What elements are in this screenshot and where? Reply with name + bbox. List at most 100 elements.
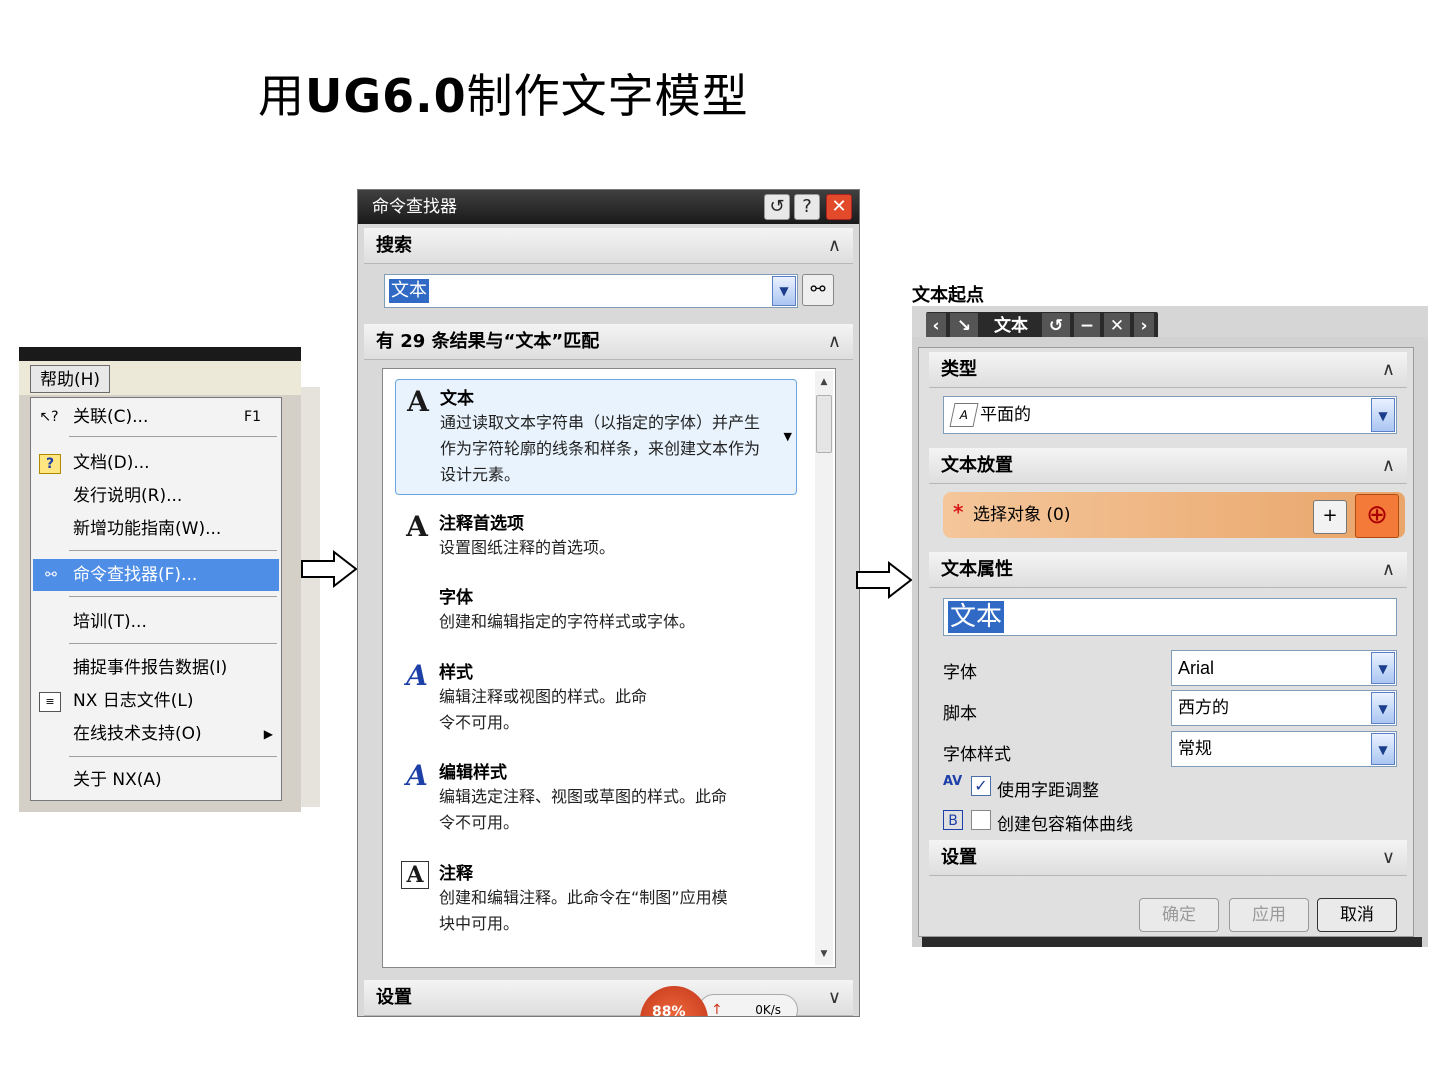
reset-icon[interactable]: ↺ xyxy=(1042,313,1070,339)
collapse-icon: ∧ xyxy=(1381,455,1395,476)
kerning-label: 使用字距调整 xyxy=(997,781,1099,801)
result-name: 样式 xyxy=(439,663,473,683)
menu-item-online-support[interactable]: 在线技术支持(O) ▶ xyxy=(31,719,281,749)
search-input[interactable]: 文本 ▼ xyxy=(384,274,798,308)
text-value: 文本 xyxy=(948,601,1005,633)
collapse-icon: ∧ xyxy=(1381,359,1395,380)
collapse-icon: ∧ xyxy=(1381,559,1395,580)
minimize-icon[interactable]: − xyxy=(1074,313,1100,339)
result-description: 编辑注释或视图的样式。此命令不可用。 xyxy=(439,687,648,732)
type-section-header[interactable]: 类型 ∧ xyxy=(929,352,1407,388)
reset-button[interactable]: ↺ xyxy=(764,194,790,220)
result-name: 文本 xyxy=(440,389,474,409)
right-arrow-icon xyxy=(856,560,913,600)
menu-item-command-finder[interactable]: ⚯ 命令查找器(F)... xyxy=(33,559,279,591)
dropdown-arrow-icon[interactable]: ▼ xyxy=(1371,652,1395,684)
scrollbar-thumb[interactable] xyxy=(816,395,832,453)
toolbar-title: 文本 xyxy=(994,316,1028,336)
binoculars-icon: ⚯ xyxy=(810,279,826,300)
results-section-header[interactable]: 有 29 条结果与“文本”匹配 ∧ xyxy=(364,324,853,360)
font-style-select[interactable]: 常规 ▼ xyxy=(1171,731,1397,767)
network-percent-circle: 88% xyxy=(640,986,708,1017)
dialog-titlebar: 命令查找器 ↺ ? ✕ xyxy=(358,190,859,224)
find-binoculars-button[interactable]: ⚯ xyxy=(802,274,834,306)
menu-item-documentation[interactable]: ? 文档(D)... xyxy=(31,448,281,478)
result-description: 创建和编辑注释。此命令在“制图”应用模块中可用。 xyxy=(439,888,728,933)
bounding-box-label: 创建包容箱体曲线 xyxy=(997,815,1133,835)
font-select[interactable]: Arial ▼ xyxy=(1171,650,1397,686)
type-select[interactable]: A 平面的 ▼ xyxy=(943,396,1397,434)
results-scrollbar[interactable]: ▲ ▼ xyxy=(815,371,833,965)
planar-icon: A xyxy=(949,403,979,427)
menu-item-training[interactable]: 培训(T)... xyxy=(31,607,281,637)
result-item-note[interactable]: A 注释 创建和编辑注释。此命令在“制图”应用模块中可用。 xyxy=(395,855,795,939)
menu-item-release-notes[interactable]: 发行说明(R)... xyxy=(31,481,281,511)
close-button[interactable]: ✕ xyxy=(826,194,852,220)
annotation-preferences-icon: A xyxy=(406,510,428,543)
dropdown-arrow-icon[interactable]: ▼ xyxy=(1371,733,1395,765)
menu-item-context-help[interactable]: ↖? 关联(C)... F1 xyxy=(31,402,281,432)
point-dialog-button[interactable]: + xyxy=(1313,500,1347,534)
menu-item-about[interactable]: 关于 NX(A) xyxy=(31,765,281,795)
result-name: 字体 xyxy=(439,588,473,608)
select-object-row[interactable]: * 选择对象 (0) + ⊕ xyxy=(943,492,1405,538)
text-input[interactable]: 文本 xyxy=(943,598,1397,636)
dropdown-arrow-icon[interactable]: ▼ xyxy=(772,276,796,306)
menu-separator xyxy=(69,436,277,437)
network-percent: 88% xyxy=(652,1004,686,1017)
documentation-icon: ? xyxy=(39,454,61,474)
help-button[interactable]: ? xyxy=(794,194,820,220)
close-icon[interactable]: ✕ xyxy=(1104,313,1130,339)
scroll-down-icon[interactable]: ▼ xyxy=(815,945,833,963)
dialog-body: 类型 ∧ A 平面的 ▼ 文本放置 ∧ * 选择对象 (0) + ⊕ 文本属性 … xyxy=(918,347,1414,937)
font-label: 字体 xyxy=(943,663,977,683)
submenu-arrow-icon: ▶ xyxy=(263,727,273,741)
upload-arrow-icon: ↑ xyxy=(711,1002,723,1017)
bounding-box-checkbox[interactable] xyxy=(971,810,991,830)
prev-icon[interactable]: ‹ xyxy=(926,313,946,339)
result-description: 创建和编辑指定的字符样式或字体。 xyxy=(439,612,696,631)
expand-arrow-icon[interactable]: ▼ xyxy=(784,430,792,443)
dropdown-arrow-icon[interactable]: ▼ xyxy=(1371,692,1395,724)
script-label: 脚本 xyxy=(943,704,977,724)
type-value: 平面的 xyxy=(980,405,1031,425)
apply-button[interactable]: 应用 xyxy=(1229,898,1309,932)
text-dialog: 类型 ∧ A 平面的 ▼ 文本放置 ∧ * 选择对象 (0) + ⊕ 文本属性 … xyxy=(912,337,1428,947)
menu-item-label: 新增功能指南(W)... xyxy=(73,519,222,539)
menu-separator xyxy=(69,550,277,551)
menu-separator xyxy=(69,643,277,644)
slide-title: 用UG6.0制作文字模型 xyxy=(258,69,749,123)
scroll-up-icon[interactable]: ▲ xyxy=(815,373,833,391)
menu-item-label: 发行说明(R)... xyxy=(73,486,183,506)
menu-item-report-data[interactable]: 捕捉事件报告数据(I) xyxy=(31,653,281,683)
placement-section-header[interactable]: 文本放置 ∧ xyxy=(929,448,1407,484)
network-speed: 0K/s xyxy=(755,1003,781,1017)
properties-section-header[interactable]: 文本属性 ∧ xyxy=(929,552,1407,588)
search-value: 文本 xyxy=(389,279,429,303)
dialog-title: 命令查找器 xyxy=(372,197,457,217)
menu-item-whats-new[interactable]: 新增功能指南(W)... xyxy=(31,514,281,544)
result-item-annotation-prefs[interactable]: A 注释首选项 设置图纸注释的首选项。 xyxy=(395,505,795,569)
settings-section-header[interactable]: 设置 ∨ xyxy=(929,840,1407,876)
result-item-font[interactable]: 字体 创建和编辑指定的字符样式或字体。 xyxy=(395,579,795,643)
result-item-edit-style[interactable]: A 编辑样式 编辑选定注释、视图或草图的样式。此命令不可用。 xyxy=(395,754,795,838)
help-menu-panel: 帮助(H) ↖? 关联(C)... F1 ? 文档(D)... 发行说明(R).… xyxy=(19,347,320,812)
ok-button[interactable]: 确定 xyxy=(1139,898,1219,932)
script-select[interactable]: 西方的 ▼ xyxy=(1171,690,1397,726)
dropdown-arrow-icon[interactable]: ▼ xyxy=(1371,398,1395,432)
help-menu-button[interactable]: 帮助(H) xyxy=(30,365,110,393)
point-crosshair-button[interactable]: ⊕ xyxy=(1355,494,1399,538)
next-icon[interactable]: › xyxy=(1134,313,1154,339)
result-item-text[interactable]: A 文本 通过读取文本字符串（以指定的字体）并产生作为字符轮廓的线条和样条，来创… xyxy=(395,379,797,495)
note-icon: A xyxy=(401,861,429,889)
select-arrow-icon[interactable]: ↘ xyxy=(950,313,978,339)
result-item-style[interactable]: A 样式 编辑注释或视图的样式。此命令不可用。 xyxy=(395,654,795,738)
search-section-header[interactable]: 搜索 ∧ xyxy=(364,228,853,264)
result-name: 注释 xyxy=(439,864,473,884)
dialog-bottom-edge xyxy=(922,937,1422,947)
required-asterisk-icon: * xyxy=(953,500,964,524)
menu-item-label: 关于 NX(A) xyxy=(73,770,162,790)
kerning-checkbox[interactable]: ✓ xyxy=(971,776,991,796)
menu-item-log-file[interactable]: ≡ NX 日志文件(L) xyxy=(31,686,281,716)
cancel-button[interactable]: 取消 xyxy=(1317,898,1397,932)
